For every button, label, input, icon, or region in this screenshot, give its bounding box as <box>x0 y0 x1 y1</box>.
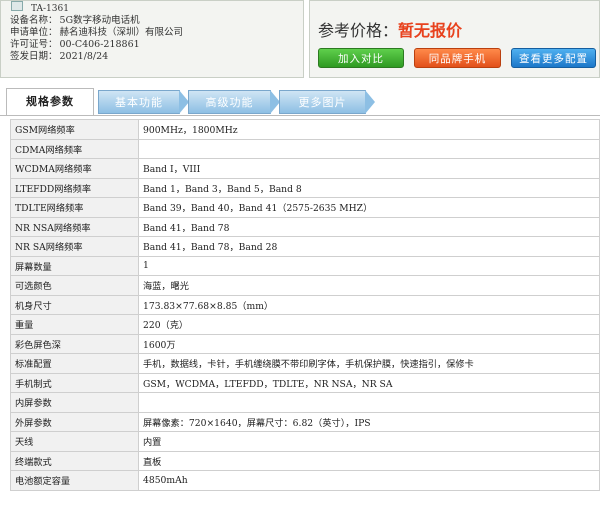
spec-key: 彩色屏色深 <box>10 333 139 354</box>
spec-value: 1600万 <box>138 333 600 354</box>
spec-key: 电池额定容量 <box>10 470 139 491</box>
spec-key: 天线 <box>10 431 139 452</box>
spec-key: NR SA网络频率 <box>10 236 139 257</box>
info-row-license: 许可证号： 00-C406-218861 <box>10 39 140 50</box>
spec-key: 可选颜色 <box>10 275 139 296</box>
spec-row: 彩色屏色深 1600万 <box>10 333 600 354</box>
device-thumbnail-icon <box>11 1 23 11</box>
tab-bar: 规格参数 基本功能 高级功能 更多图片 <box>0 86 600 116</box>
spec-table: GSM网络频率 900MHz，1800MHz CDMA网络频率 WCDMA网络频率 Ba… <box>10 119 600 491</box>
spec-value: 900MHz，1800MHz <box>138 119 600 140</box>
spec-row: 重量 220（克） <box>10 314 600 335</box>
spec-value: GSM，WCDMA，LTEFDD，TDLTE，NR NSA，NR SA <box>138 372 600 393</box>
spec-value: Band 41，Band 78，Band 28 <box>138 236 600 257</box>
spec-key: 标准配置 <box>10 353 139 374</box>
add-compare-button[interactable]: 加入对比 <box>318 48 404 68</box>
spec-value: 内置 <box>138 431 600 452</box>
price-value: 暂无报价 <box>398 21 463 40</box>
info-label: 设备名称： <box>10 15 58 26</box>
spec-key: TDLTE网络频率 <box>10 197 139 218</box>
spec-value: Band 1，Band 3，Band 5，Band 8 <box>138 177 600 198</box>
spec-key: 机身尺寸 <box>10 294 139 315</box>
price-label: 参考价格： <box>318 21 399 40</box>
spec-value: 屏幕像素：720×1640，屏幕尺寸：6.82（英寸），IPS <box>138 411 600 432</box>
info-value: 2021/8/24 <box>59 51 109 62</box>
tab-specs[interactable]: 规格参数 <box>6 88 94 116</box>
spec-key: 屏幕数量 <box>10 255 139 276</box>
spec-row: LTEFDD网络频率 Band 1，Band 3，Band 5，Band 8 <box>10 177 600 198</box>
info-value: 赫名迪科技（深圳）有限公司 <box>59 27 184 38</box>
info-row-applicant: 申请单位： 赫名迪科技（深圳）有限公司 <box>10 27 183 38</box>
spec-key: CDMA网络频率 <box>10 138 139 159</box>
spec-value: 1 <box>138 255 600 276</box>
info-label: 签发日期： <box>10 51 58 62</box>
spec-value: 220（克） <box>138 314 600 335</box>
page: TA-1361 设备名称： 5G数字移动电话机 申请单位： 赫名迪科技（深圳）有限公… <box>0 0 600 515</box>
spec-value: Band Ⅰ，VIII <box>138 158 600 179</box>
spec-key: 重量 <box>10 314 139 335</box>
info-label: 许可证号： <box>10 39 58 50</box>
same-brand-button[interactable]: 同品牌手机 <box>414 48 501 68</box>
spec-table-body: GSM网络频率 900MHz，1800MHz CDMA网络频率 WCDMA网络频率 Ba… <box>10 119 600 491</box>
spec-value: 4850mAh <box>138 470 600 491</box>
tab-divider <box>0 115 600 116</box>
spec-row: GSM网络频率 900MHz，1800MHz <box>10 119 600 140</box>
spec-key: 外屏参数 <box>10 411 139 432</box>
spec-row: 屏幕数量 1 <box>10 255 600 276</box>
spec-row: 外屏参数 屏幕像素：720×1640，屏幕尺寸：6.82（英寸），IPS <box>10 411 600 432</box>
spec-value: Band 39，Band 40，Band 41（2575-2635 MHZ） <box>138 197 600 218</box>
tab-basic-features[interactable]: 基本功能 <box>98 90 189 114</box>
info-row-date: 签发日期： 2021/8/24 <box>10 51 108 62</box>
spec-value <box>138 138 600 159</box>
spec-key: WCDMA网络频率 <box>10 158 139 179</box>
device-info-panel: TA-1361 设备名称： 5G数字移动电话机 申请单位： 赫名迪科技（深圳）有限公… <box>0 0 304 78</box>
spec-row: 手机制式 GSM，WCDMA，LTEFDD，TDLTE，NR NSA，NR SA <box>10 372 600 393</box>
spec-value: 手机，数据线，卡针，手机缠绕膜不带印刷字体，手机保护膜，快速指引，保修卡 <box>138 353 600 374</box>
spec-key: 内屏参数 <box>10 392 139 413</box>
spec-value: 直板 <box>138 450 600 471</box>
tab-advanced-features[interactable]: 高级功能 <box>188 90 280 114</box>
spec-row: WCDMA网络频率 Band Ⅰ，VIII <box>10 158 600 179</box>
info-value: 5G数字移动电话机 <box>59 15 140 26</box>
tab-more-images[interactable]: 更多图片 <box>279 90 375 114</box>
spec-value: 海蓝，曙光 <box>138 275 600 296</box>
info-row-name: 设备名称： 5G数字移动电话机 <box>10 15 140 26</box>
spec-value <box>138 392 600 413</box>
info-value: 00-C406-218861 <box>59 39 140 50</box>
spec-row: TDLTE网络频率 Band 39，Band 40，Band 41（2575-26… <box>10 197 600 218</box>
spec-key: 终端款式 <box>10 450 139 471</box>
spec-value: Band 41，Band 78 <box>138 216 600 237</box>
spec-value: 173.83×77.68×8.85（mm） <box>138 294 600 315</box>
price-panel: 参考价格： 暂无报价 加入对比 同品牌手机 查看更多配置 <box>309 0 600 78</box>
spec-key: NR NSA网络频率 <box>10 216 139 237</box>
spec-row: NR NSA网络频率 Band 41，Band 78 <box>10 216 600 237</box>
spec-row: 机身尺寸 173.83×77.68×8.85（mm） <box>10 294 600 315</box>
spec-row: 天线 内置 <box>10 431 600 452</box>
device-model: TA-1361 <box>31 4 69 14</box>
spec-row: 标准配置 手机，数据线，卡针，手机缠绕膜不带印刷字体，手机保护膜，快速指引，保修卡 <box>10 353 600 374</box>
spec-row: 终端款式 直板 <box>10 450 600 471</box>
spec-row: CDMA网络频率 <box>10 138 600 159</box>
spec-key: GSM网络频率 <box>10 119 139 140</box>
spec-row: 可选颜色 海蓝，曙光 <box>10 275 600 296</box>
spec-row: NR SA网络频率 Band 41，Band 78，Band 28 <box>10 236 600 257</box>
spec-row: 内屏参数 <box>10 392 600 413</box>
spec-row: 电池额定容量 4850mAh <box>10 470 600 491</box>
spec-key: 手机制式 <box>10 372 139 393</box>
spec-key: LTEFDD网络频率 <box>10 177 139 198</box>
info-label: 申请单位： <box>10 27 58 38</box>
more-specs-button[interactable]: 查看更多配置 <box>511 48 596 68</box>
